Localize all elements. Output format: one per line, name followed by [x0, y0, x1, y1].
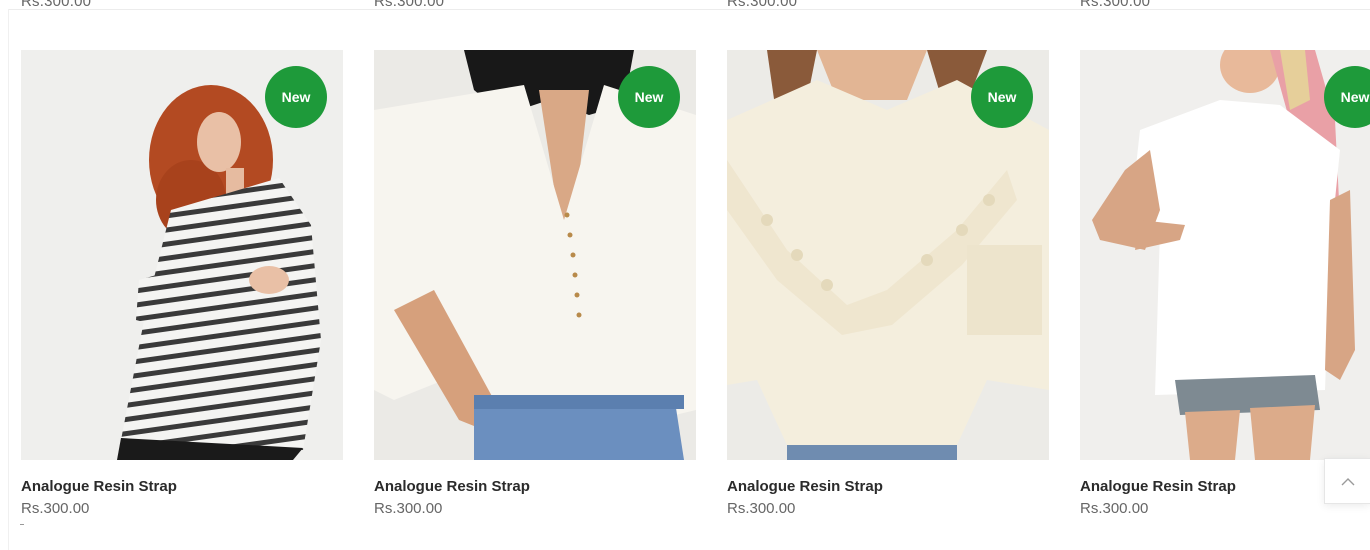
product-card[interactable]: New Analogue Resin Strap Rs.300.00: [21, 50, 343, 517]
product-title[interactable]: Analogue Resin Strap: [374, 478, 696, 495]
product-card[interactable]: New Analogue Resin Strap Rs.300.00: [374, 50, 696, 517]
chevron-up-icon: [1341, 477, 1354, 485]
decorative-mark: [20, 524, 24, 525]
product-image[interactable]: New: [1080, 50, 1370, 460]
product-price: Rs.300.00: [21, 500, 90, 517]
product-image[interactable]: New: [21, 50, 343, 460]
product-image[interactable]: New: [374, 50, 696, 460]
new-badge: New: [618, 66, 680, 128]
product-image[interactable]: New: [727, 50, 1049, 460]
divider: [8, 9, 9, 550]
new-badge: New: [265, 66, 327, 128]
divider: [8, 9, 1370, 10]
product-title[interactable]: Analogue Resin Strap: [21, 478, 343, 495]
product-photo-white-tee: [1080, 50, 1370, 460]
product-price: Rs.300.00: [374, 500, 443, 517]
scroll-to-top-button[interactable]: [1324, 458, 1370, 504]
product-card[interactable]: New Analogue Resin Strap Rs.300.00: [1080, 50, 1370, 517]
product-price: Rs.300.00: [727, 500, 796, 517]
product-card[interactable]: New Analogue Resin Strap Rs.300.00: [727, 50, 1049, 517]
product-title[interactable]: Analogue Resin Strap: [727, 478, 1049, 495]
new-badge: New: [971, 66, 1033, 128]
